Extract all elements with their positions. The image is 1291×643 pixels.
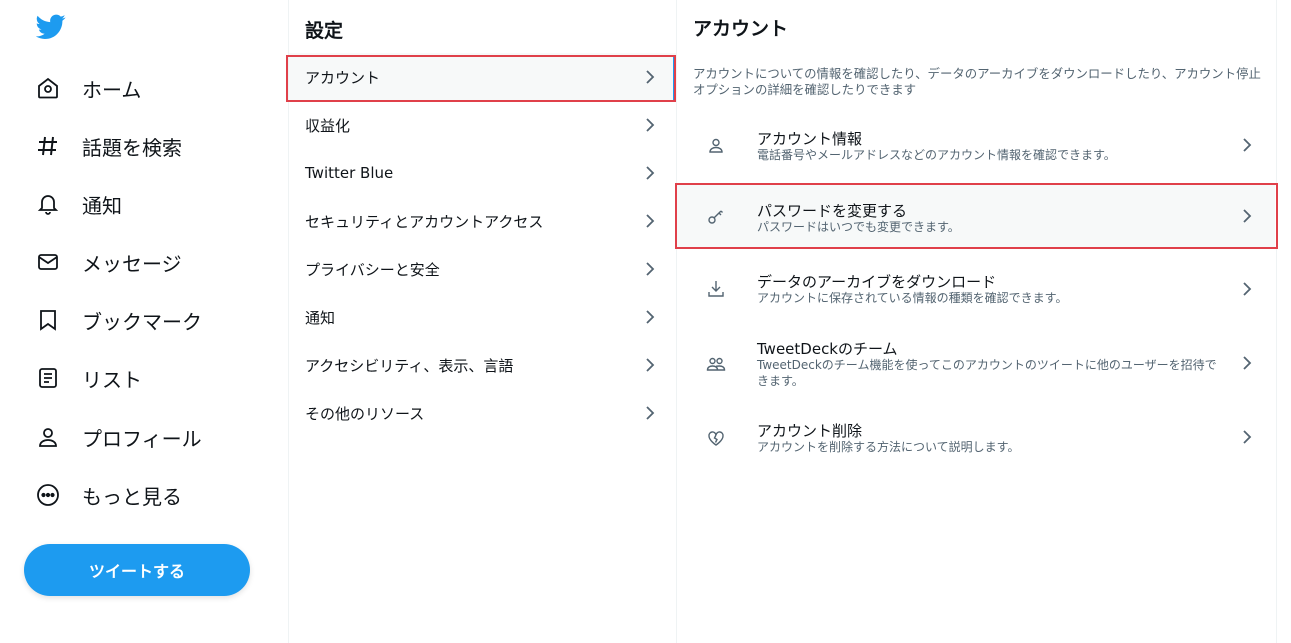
- nav-item-messages[interactable]: メッセージ: [34, 242, 182, 282]
- home-icon: [34, 74, 62, 102]
- account-item-title: データのアーカイブをダウンロード: [757, 273, 997, 291]
- list-icon: [34, 364, 62, 392]
- left-nav: ホーム 話題を検索 通知 メッセージ ブックマーク リスト プロフィール もっと…: [0, 0, 288, 643]
- settings-item-security[interactable]: セキュリティとアカウントアクセス: [289, 197, 676, 245]
- nav-item-explore[interactable]: 話題を検索: [34, 126, 182, 166]
- account-item-title: パスワードを変更する: [757, 202, 908, 220]
- chevron-right-icon: [646, 358, 655, 372]
- chevron-right-icon: [646, 166, 655, 180]
- nav-item-profile[interactable]: プロフィール: [34, 417, 202, 457]
- hashtag-icon: [34, 132, 62, 160]
- account-item-subtitle: アカウントを削除する方法について説明します。: [757, 440, 1020, 454]
- account-item-subtitle: TweetDeckのチーム機能を使ってこのアカウントのツイートに他のユーザーを招…: [757, 358, 1217, 388]
- nav-label: ホーム: [82, 77, 142, 102]
- chevron-right-icon: [1243, 282, 1252, 296]
- settings-item-monetization[interactable]: 収益化: [289, 101, 676, 149]
- settings-item-label: 通知: [305, 308, 336, 327]
- nav-label: 通知: [82, 193, 122, 218]
- settings-item-label: 収益化: [305, 116, 351, 135]
- nav-label: もっと見る: [82, 484, 182, 509]
- nav-label: プロフィール: [82, 426, 202, 451]
- settings-item-twitter-blue[interactable]: Twitter Blue: [289, 149, 676, 197]
- account-item-info[interactable]: アカウント情報 電話番号やメールアドレスなどのアカウント情報を確認できます。: [677, 117, 1275, 175]
- account-item-tweetdeck[interactable]: TweetDeckのチーム TweetDeckのチーム機能を使ってこのアカウント…: [677, 327, 1275, 403]
- more-icon: [34, 481, 62, 509]
- account-item-subtitle: 電話番号やメールアドレスなどのアカウント情報を確認できます。: [757, 148, 1116, 162]
- account-item-archive[interactable]: データのアーカイブをダウンロード アカウントに保存されている情報の種類を確認でき…: [677, 259, 1275, 319]
- download-icon: [708, 281, 724, 297]
- bell-icon: [34, 190, 62, 218]
- account-item-subtitle: アカウントに保存されている情報の種類を確認できます。: [757, 291, 1068, 305]
- nav-item-home[interactable]: ホーム: [34, 68, 141, 108]
- account-item-delete[interactable]: アカウント削除 アカウントを削除する方法について説明します。: [677, 409, 1275, 467]
- account-item-title: アカウント削除: [757, 422, 863, 440]
- tweet-button[interactable]: ツイートする: [24, 544, 250, 596]
- account-item-title: アカウント情報: [757, 130, 863, 148]
- nav-label: ブックマーク: [82, 309, 202, 334]
- nav-item-more[interactable]: もっと見る: [34, 475, 182, 515]
- chevron-right-icon: [1243, 356, 1252, 370]
- nav-item-notifications[interactable]: 通知: [34, 184, 122, 224]
- settings-title: 設定: [305, 20, 344, 42]
- chevron-right-icon: [646, 406, 655, 420]
- account-item-subtitle: パスワードはいつでも変更できます。: [757, 220, 960, 234]
- chevron-right-icon: [646, 214, 655, 228]
- twitter-logo-icon[interactable]: [35, 14, 66, 40]
- chevron-right-icon: [1243, 138, 1252, 152]
- people-icon: [706, 357, 726, 371]
- settings-item-label: Twitter Blue: [305, 164, 394, 182]
- selected-indicator: [673, 55, 676, 102]
- nav-label: 話題を検索: [82, 135, 182, 160]
- account-item-title: TweetDeckのチーム: [757, 340, 898, 358]
- account-panel: アカウント アカウントについての情報を確認したり、データのアーカイブをダウンロー…: [677, 0, 1277, 643]
- chevron-right-icon: [646, 262, 655, 276]
- chevron-right-icon: [1243, 209, 1252, 223]
- settings-item-notifications[interactable]: 通知: [289, 293, 676, 341]
- settings-item-label: アクセシビリティ、表示、言語: [305, 356, 514, 375]
- broken-heart-icon: [708, 431, 724, 446]
- account-description: アカウントについての情報を確認したり、データのアーカイブをダウンロードしたり、ア…: [693, 66, 1261, 97]
- nav-label: メッセージ: [82, 251, 182, 276]
- person-icon: [34, 423, 62, 451]
- settings-item-accessibility[interactable]: アクセシビリティ、表示、言語: [289, 341, 676, 389]
- settings-item-privacy[interactable]: プライバシーと安全: [289, 245, 676, 293]
- person-icon: [709, 138, 723, 153]
- chevron-right-icon: [646, 70, 655, 84]
- settings-item-resources[interactable]: その他のリソース: [289, 389, 676, 437]
- key-icon: [708, 210, 723, 224]
- mail-icon: [34, 248, 62, 276]
- settings-item-label: プライバシーと安全: [305, 260, 440, 279]
- nav-item-bookmarks[interactable]: ブックマーク: [34, 300, 202, 340]
- account-item-password[interactable]: パスワードを変更する パスワードはいつでも変更できます。: [677, 185, 1275, 247]
- chevron-right-icon: [646, 310, 655, 324]
- nav-item-lists[interactable]: リスト: [34, 358, 142, 398]
- nav-label: リスト: [82, 367, 142, 392]
- settings-column: 設定 アカウント 収益化 Twitter Blue セキュリティとアカウントアク…: [288, 0, 677, 643]
- bookmark-icon: [34, 306, 62, 334]
- chevron-right-icon: [1243, 430, 1252, 444]
- settings-item-account[interactable]: アカウント: [289, 53, 676, 101]
- account-title: アカウント: [693, 18, 789, 40]
- settings-item-label: セキュリティとアカウントアクセス: [305, 212, 544, 231]
- chevron-right-icon: [646, 118, 655, 132]
- settings-item-label: その他のリソース: [305, 404, 425, 423]
- settings-item-label: アカウント: [305, 68, 381, 87]
